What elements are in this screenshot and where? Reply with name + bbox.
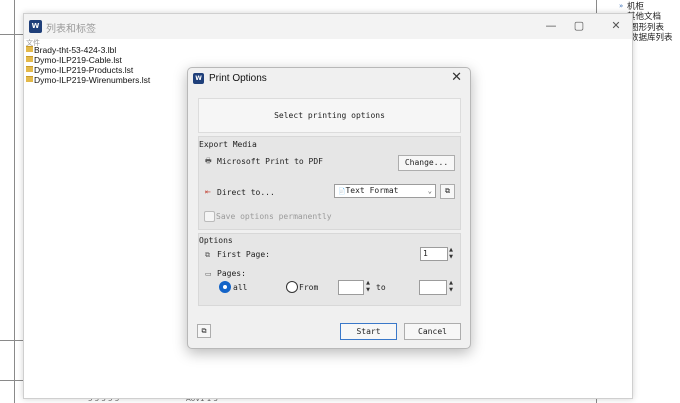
folder-icon: [26, 66, 33, 72]
window-title: 列表和标签: [46, 24, 96, 35]
bg-line: [14, 0, 15, 403]
to-page-input[interactable]: [419, 280, 447, 295]
from-page-input[interactable]: [338, 280, 364, 295]
file-item[interactable]: Brady-tht-53-424-3.lbl: [26, 45, 116, 55]
folder-icon: [26, 56, 33, 62]
file-item[interactable]: Dymo-ILP219-Wirenumbers.lst: [26, 75, 150, 85]
file-item[interactable]: Dymo-ILP219-Products.lst: [26, 65, 133, 75]
pages-icon: ▭: [205, 270, 212, 278]
maximize-icon[interactable]: ▢: [568, 17, 590, 35]
window-titlebar[interactable]: W 列表和标签 — ▢ ✕: [24, 14, 632, 39]
folder-icon: [26, 76, 33, 82]
export-media-label: Export Media: [199, 140, 257, 149]
pages-label: Pages:: [217, 269, 246, 278]
dialog-title: Print Options: [209, 73, 267, 84]
direct-to-icon: ⇤: [205, 188, 211, 196]
dialog-header: Select printing options: [198, 98, 461, 133]
chevron-down-icon: ⌄: [427, 187, 432, 195]
close-icon[interactable]: ✕: [605, 17, 627, 35]
to-page-stepper[interactable]: ▲ ▼: [447, 280, 455, 294]
save-permanently-label: Save options permanently: [216, 212, 332, 221]
to-label: to: [376, 283, 386, 292]
bg-line: [0, 34, 23, 35]
direct-to-label: Direct to...: [217, 188, 275, 197]
format-settings-button[interactable]: ⧉: [440, 184, 455, 199]
file-item[interactable]: Dymo-ILP219-Cable.lst: [26, 55, 122, 65]
tree-item[interactable]: 数据库列表: [630, 31, 673, 43]
change-printer-button[interactable]: Change...: [398, 155, 455, 171]
start-button[interactable]: Start: [340, 323, 397, 340]
print-options-dialog: W Print Options ✕ Select printing option…: [187, 67, 471, 349]
printer-icon: 🖶: [205, 157, 212, 165]
first-page-icon: ⧉: [205, 251, 210, 259]
first-page-label: First Page:: [217, 250, 270, 259]
page-range-radio[interactable]: [286, 281, 298, 293]
printer-name: Microsoft Print to PDF: [217, 157, 323, 166]
tree-expand-icon[interactable]: »: [619, 2, 623, 10]
bg-line: [0, 340, 23, 341]
app-icon: W: [193, 73, 204, 84]
close-icon[interactable]: ✕: [451, 70, 462, 85]
dialog-titlebar[interactable]: W Print Options ✕: [188, 68, 470, 88]
all-pages-label: all: [233, 283, 248, 292]
from-label: From: [299, 283, 319, 292]
options-label: Options: [199, 236, 233, 245]
help-button[interactable]: ⧉: [197, 324, 211, 338]
from-page-stepper[interactable]: ▲ ▼: [364, 280, 372, 294]
app-icon: W: [29, 20, 42, 33]
bg-line: [0, 380, 23, 381]
first-page-stepper[interactable]: ▲ ▼: [447, 247, 455, 261]
first-page-input[interactable]: 1: [420, 247, 448, 261]
save-permanently-checkbox[interactable]: [204, 211, 215, 222]
folder-icon: [26, 46, 33, 52]
cancel-button[interactable]: Cancel: [404, 323, 461, 340]
minimize-icon[interactable]: —: [540, 17, 562, 35]
all-pages-radio[interactable]: [219, 281, 231, 293]
format-select[interactable]: 📄Text Format ⌄: [334, 184, 436, 198]
